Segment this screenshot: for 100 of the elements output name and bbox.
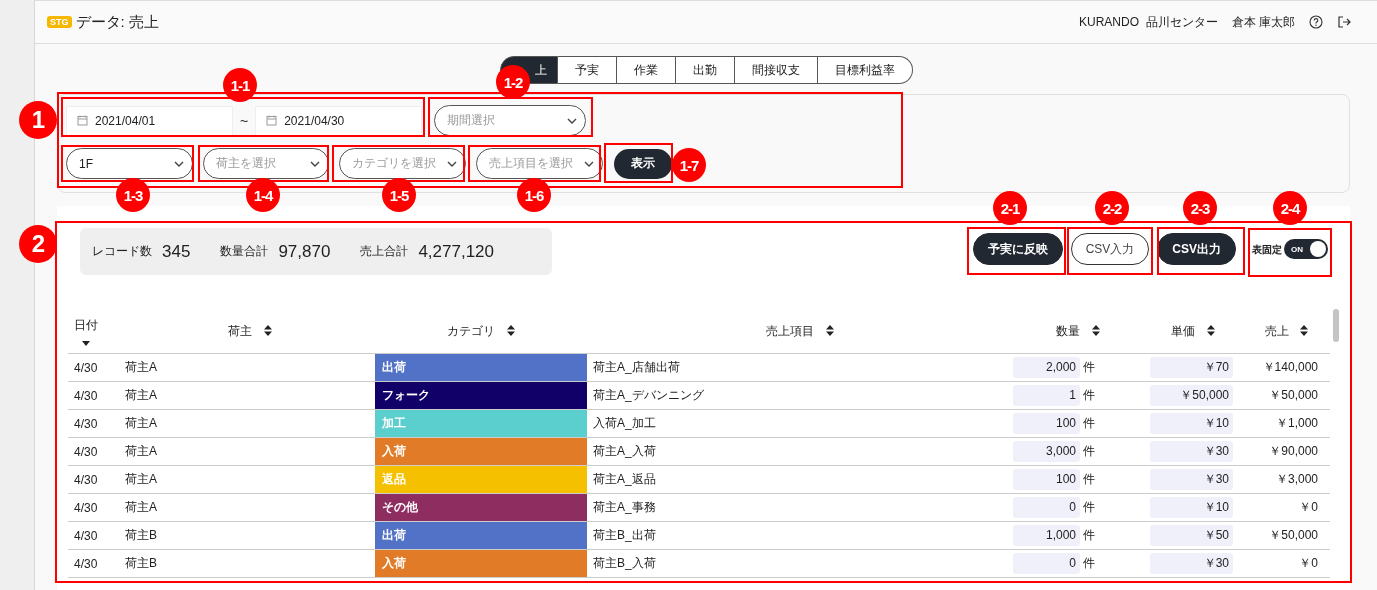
tab[interactable]: 間接収支: [734, 56, 818, 84]
summary-label: 売上合計: [360, 243, 409, 260]
sort-icon[interactable]: [1091, 324, 1100, 336]
help-icon[interactable]: [1309, 15, 1323, 29]
date-field[interactable]: 2021/04/01: [66, 105, 233, 136]
table-cell: 荷主A_事務: [587, 493, 1013, 522]
column-header[interactable]: 売上項目: [766, 323, 815, 338]
unit-label: 件: [1083, 387, 1095, 404]
category-cell: 入荷: [375, 549, 587, 578]
column-header[interactable]: 売上: [1264, 323, 1289, 338]
table-cell: 荷主A_入荷: [587, 437, 1013, 466]
sort-icon[interactable]: [263, 324, 272, 336]
callout-badge: 2-3: [1183, 191, 1217, 225]
summary-value: 97,870: [278, 241, 331, 262]
quantity-field[interactable]: 0: [1013, 497, 1080, 518]
table-cell: 4/30: [68, 549, 125, 578]
category-cell: 出荷: [375, 521, 587, 550]
category-cell: 入荷: [375, 437, 587, 466]
unit-label: 件: [1083, 359, 1095, 376]
unit-label: 件: [1083, 499, 1095, 516]
table-cell: ￥1,000: [1243, 409, 1330, 438]
chevron-down-icon: [584, 160, 594, 167]
table-cell: 荷主B: [125, 549, 375, 578]
table-cell: 4/30: [68, 409, 125, 438]
unit-price-field[interactable]: ￥70: [1150, 357, 1233, 378]
unit-price-field[interactable]: ￥30: [1150, 441, 1233, 462]
table-cell: 入荷A_加工: [587, 409, 1013, 438]
date-field[interactable]: 2021/04/30: [255, 105, 423, 136]
table-cell: 荷主A: [125, 381, 375, 410]
category-cell: 加工: [375, 409, 587, 438]
table-cell: 荷主A: [125, 409, 375, 438]
action-button[interactable]: CSV出力: [1157, 233, 1236, 265]
unit-price-field[interactable]: ￥10: [1150, 413, 1233, 434]
sort-down-icon[interactable]: [82, 340, 90, 346]
table-cell: 荷主A_返品: [587, 465, 1013, 494]
table-cell: ￥50,000: [1243, 381, 1330, 410]
table-cell: ￥90,000: [1243, 437, 1330, 466]
range-separator: ~: [240, 112, 249, 129]
page-title: データ: 売上: [75, 12, 159, 32]
category-cell: その他: [375, 493, 587, 522]
action-button[interactable]: CSV入力: [1070, 233, 1150, 265]
tab[interactable]: 目標利益率: [817, 56, 913, 84]
action-button[interactable]: 予実に反映: [972, 233, 1063, 265]
table-cell: 荷主A_デバンニング: [587, 381, 1013, 410]
callout-badge: 2-4: [1273, 191, 1307, 225]
unit-label: 件: [1083, 443, 1095, 460]
unit-price-field[interactable]: ￥50,000: [1150, 385, 1233, 406]
quantity-field[interactable]: 0: [1013, 553, 1080, 574]
sort-icon[interactable]: [1206, 324, 1215, 336]
table-cell: 4/30: [68, 381, 125, 410]
column-header[interactable]: 荷主: [228, 323, 253, 338]
user-name: 倉本 庫太郎: [1231, 13, 1295, 31]
sort-icon[interactable]: [506, 324, 515, 336]
show-button[interactable]: 表示: [614, 148, 672, 179]
column-header[interactable]: 数量: [1056, 323, 1081, 338]
quantity-field[interactable]: 1: [1013, 385, 1080, 406]
table-cell: 4/30: [68, 465, 125, 494]
column-header[interactable]: 単価: [1171, 323, 1196, 338]
table-cell: 荷主A: [125, 353, 375, 382]
table-cell: 4/30: [68, 437, 125, 466]
table-cell: 4/30: [68, 521, 125, 550]
unit-price-field[interactable]: ￥50: [1150, 525, 1233, 546]
dropdown-select[interactable]: 1F: [66, 148, 193, 179]
callout-badge: 2-2: [1095, 191, 1129, 225]
table-cell: 荷主A: [125, 465, 375, 494]
chevron-down-icon: [174, 160, 184, 167]
table-cell: ￥0: [1243, 549, 1330, 578]
table-cell: ￥3,000: [1243, 465, 1330, 494]
scrollbar[interactable]: [1333, 309, 1339, 342]
unit-price-field[interactable]: ￥10: [1150, 497, 1233, 518]
callout-badge: 1-2: [496, 65, 530, 99]
tab[interactable]: 出勤: [675, 56, 735, 84]
tab[interactable]: 予実: [557, 56, 617, 84]
logout-icon[interactable]: [1337, 15, 1351, 29]
table-cell: ￥0: [1243, 493, 1330, 522]
sort-icon[interactable]: [1300, 324, 1309, 336]
callout-badge: 1-1: [223, 68, 257, 102]
table-cell: 荷主A: [125, 437, 375, 466]
toggle-switch[interactable]: ON: [1284, 239, 1328, 259]
quantity-field[interactable]: 3,000: [1013, 441, 1080, 462]
column-header[interactable]: 日付: [74, 316, 98, 334]
summary-value: 345: [162, 241, 191, 262]
unit-label: 件: [1083, 415, 1095, 432]
unit-price-field[interactable]: ￥30: [1150, 553, 1233, 574]
quantity-field[interactable]: 2,000: [1013, 357, 1080, 378]
table-cell: 荷主B_出荷: [587, 521, 1013, 550]
column-header[interactable]: カテゴリ: [447, 323, 496, 338]
table-cell: ￥140,000: [1243, 353, 1330, 382]
summary-value: 4,277,120: [418, 241, 494, 262]
table-cell: ￥50,000: [1243, 521, 1330, 550]
unit-price-field[interactable]: ￥30: [1150, 469, 1233, 490]
table-cell: 4/30: [68, 493, 125, 522]
summary-label: 数量合計: [220, 243, 269, 260]
sort-icon[interactable]: [825, 324, 834, 336]
tab[interactable]: 作業: [616, 56, 676, 84]
quantity-field[interactable]: 100: [1013, 413, 1080, 434]
table-cell: 荷主B: [125, 521, 375, 550]
chevron-down-icon: [447, 160, 457, 167]
quantity-field[interactable]: 1,000: [1013, 525, 1080, 546]
quantity-field[interactable]: 100: [1013, 469, 1080, 490]
